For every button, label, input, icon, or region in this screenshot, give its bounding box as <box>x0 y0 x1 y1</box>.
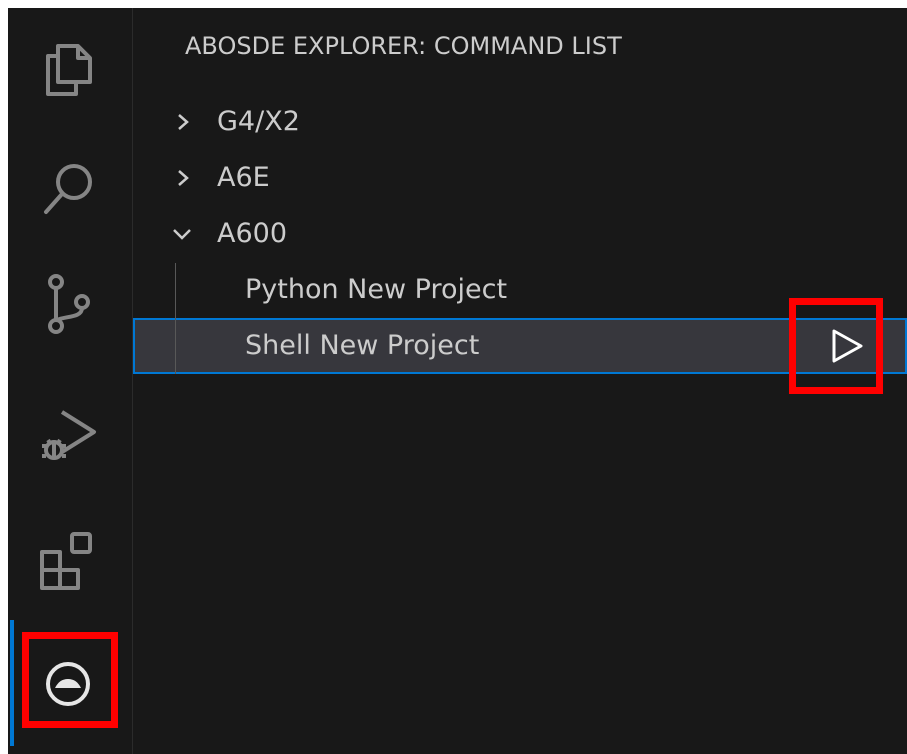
tree-item-python-new-project[interactable]: Python New Project <box>133 262 907 318</box>
search-icon[interactable] <box>36 158 100 222</box>
tree-item-g4x2[interactable]: G4/X2 <box>133 94 907 150</box>
vscode-window: ABOSDE EXPLORER: COMMAND LIST G4/X2 A6E … <box>8 8 907 754</box>
tree-item-a6e[interactable]: A6E <box>133 150 907 206</box>
sidebar: ABOSDE EXPLORER: COMMAND LIST G4/X2 A6E … <box>133 8 907 754</box>
tree-item-label: A6E <box>217 162 270 193</box>
chevron-right-icon <box>175 150 191 206</box>
chevron-right-icon <box>175 94 191 150</box>
abosde-icon[interactable] <box>36 652 100 716</box>
activity-bar <box>8 8 133 754</box>
run-command-button[interactable] <box>825 324 869 368</box>
tree-item-shell-new-project[interactable]: Shell New Project <box>133 318 907 374</box>
tree-item-label: G4/X2 <box>217 106 300 137</box>
source-control-icon[interactable] <box>36 272 100 336</box>
explorer-icon[interactable] <box>36 38 100 102</box>
extensions-icon[interactable] <box>36 530 100 594</box>
tree-item-label: Python New Project <box>245 274 508 305</box>
active-view-indicator <box>10 620 14 746</box>
chevron-down-icon <box>171 206 193 262</box>
tree-item-a600[interactable]: A600 <box>133 206 907 262</box>
tree-item-label: Shell New Project <box>245 330 480 361</box>
indent-guide <box>175 263 176 374</box>
run-debug-icon[interactable] <box>36 406 100 470</box>
sidebar-title: ABOSDE EXPLORER: COMMAND LIST <box>185 32 622 60</box>
tree-item-label: A600 <box>217 218 288 249</box>
